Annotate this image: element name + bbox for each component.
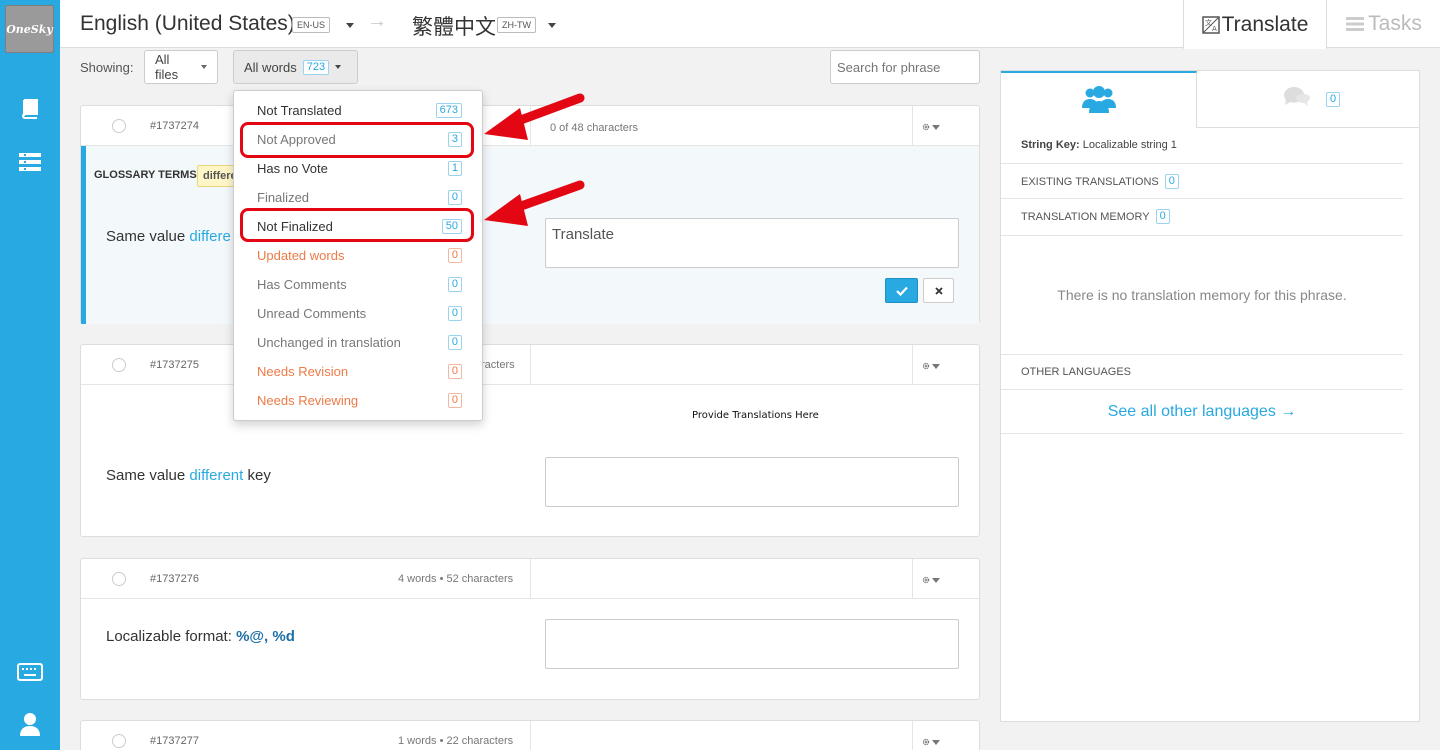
tm-count-badge: 0: [1155, 209, 1170, 224]
filter-has-no-vote[interactable]: Has no Vote 1: [234, 154, 482, 183]
divider: [530, 559, 531, 599]
annotation-arrow-icon: [484, 93, 585, 140]
gear-icon[interactable]: [922, 571, 940, 589]
select-radio[interactable]: [112, 119, 126, 133]
other-languages-header: OTHER LANGUAGES: [1001, 354, 1403, 390]
provide-translations-hint: Provide Translations Here: [692, 410, 819, 421]
tab-translate[interactable]: 文A Translate: [1183, 0, 1327, 49]
tab-comments[interactable]: 0: [1271, 71, 1351, 127]
translation-memory-section[interactable]: TRANSLATION MEMORY 0: [1001, 199, 1403, 236]
phrase-char-count: racters: [481, 359, 515, 371]
svg-text:文: 文: [1205, 18, 1212, 27]
arrow-right-icon: →: [367, 10, 387, 32]
users-icon: [1001, 71, 1197, 127]
translate-icon: 文A: [1201, 15, 1220, 34]
phrase-card-4[interactable]: #1737277 1 words • 22 characters: [80, 720, 980, 750]
phrase-id: #1737275: [150, 359, 199, 371]
check-icon: [895, 286, 908, 296]
phrase-id: #1737274: [150, 120, 199, 132]
source-language-caret-icon[interactable]: [346, 23, 354, 28]
filter-needs-revision[interactable]: Needs Revision 0: [234, 357, 482, 386]
words-filter-button[interactable]: All words 723: [233, 50, 358, 84]
glossary-terms-label: GLOSSARY TERMS: [94, 169, 197, 181]
tab-tasks-label: Tasks: [1368, 12, 1422, 35]
existing-translations-section[interactable]: EXISTING TRANSLATIONS 0: [1001, 164, 1403, 199]
chevron-down-icon: [335, 65, 342, 69]
filter-unread-comments[interactable]: Unread Comments 0: [234, 299, 482, 328]
words-count-badge: 723: [302, 59, 330, 75]
onesky-logo[interactable]: OneSky: [5, 5, 54, 53]
gear-icon[interactable]: [922, 733, 940, 750]
phrase-card-2[interactable]: #1737275 racters Provide Translations He…: [80, 344, 980, 537]
target-language[interactable]: 繁體中文: [412, 11, 496, 41]
filter-unchanged-in-translation[interactable]: Unchanged in translation 0: [234, 328, 482, 357]
files-filter-button[interactable]: All files: [144, 50, 218, 84]
phrase-char-count: 1 words • 22 characters: [398, 735, 514, 747]
right-panel: 0 String Key: Localizable string 1 EXIST…: [1000, 70, 1420, 722]
svg-text:A: A: [1212, 25, 1217, 33]
divider: [912, 559, 913, 599]
annotation-arrows: [484, 93, 585, 226]
annotation-arrow-icon: [484, 180, 585, 226]
annotation-highlight-not-approved: [240, 122, 474, 158]
see-all-languages-link[interactable]: See all other languages →: [1001, 390, 1403, 434]
phrase-id: #1737276: [150, 573, 199, 585]
divider: [912, 721, 913, 750]
target-language-code: ZH-TW: [497, 17, 536, 33]
select-radio[interactable]: [112, 734, 126, 748]
gear-icon[interactable]: [922, 357, 940, 375]
close-icon: [934, 286, 943, 295]
save-translation-button[interactable]: [885, 278, 918, 303]
files-filter-label: All files: [155, 52, 179, 82]
chevron-down-icon: [201, 65, 207, 69]
phrase-char-count: 4 words • 52 characters: [398, 573, 514, 585]
showing-label: Showing:: [80, 60, 134, 75]
book-icon[interactable]: [16, 96, 44, 120]
divider: [912, 345, 913, 385]
keyboard-icon[interactable]: [16, 660, 44, 684]
source-text: Localizable format: %@, %d: [106, 628, 295, 645]
source-text: Same value differe: [106, 228, 231, 245]
translation-input[interactable]: [545, 457, 959, 507]
comments-icon: [1283, 87, 1310, 106]
divider: [530, 345, 531, 385]
filter-updated-words[interactable]: Updated words 0: [234, 241, 482, 270]
gear-icon[interactable]: [922, 118, 940, 136]
comments-count-badge: 0: [1325, 91, 1341, 107]
sidebar: OneSky: [0, 0, 60, 750]
cancel-translation-button[interactable]: [923, 278, 954, 303]
filter-not-translated[interactable]: Not Translated 673: [234, 96, 482, 125]
tm-empty-message: There is no translation memory for this …: [1057, 287, 1347, 303]
annotation-highlight-not-finalized: [240, 208, 474, 242]
search-input[interactable]: [830, 50, 980, 84]
source-language-code: EN-US: [292, 17, 331, 33]
tab-translate-label: Translate: [1221, 12, 1309, 36]
filter-needs-reviewing[interactable]: Needs Reviewing 0: [234, 386, 482, 415]
translation-input[interactable]: [545, 619, 959, 669]
select-radio[interactable]: [112, 572, 126, 586]
select-radio[interactable]: [112, 358, 126, 372]
phrase-id: #1737277: [150, 735, 199, 747]
string-key: String Key: Localizable string 1: [1021, 139, 1177, 151]
filter-has-comments[interactable]: Has Comments 0: [234, 270, 482, 299]
existing-count-badge: 0: [1164, 174, 1179, 189]
words-filter-label: All words: [244, 59, 297, 75]
tasks-icon: [1346, 17, 1365, 31]
user-icon[interactable]: [16, 712, 44, 736]
translation-input[interactable]: Translate: [545, 218, 959, 268]
divider: [912, 106, 913, 146]
divider: [1197, 127, 1419, 128]
divider: [530, 721, 531, 750]
phrase-card-3[interactable]: #1737276 4 words • 52 characters Localiz…: [80, 558, 980, 700]
target-language-caret-icon[interactable]: [548, 23, 556, 28]
source-language[interactable]: English (United States): [80, 12, 295, 36]
tab-tasks[interactable]: Tasks: [1328, 0, 1440, 48]
source-text: Same value different key: [106, 467, 271, 484]
list-icon[interactable]: [16, 150, 44, 174]
